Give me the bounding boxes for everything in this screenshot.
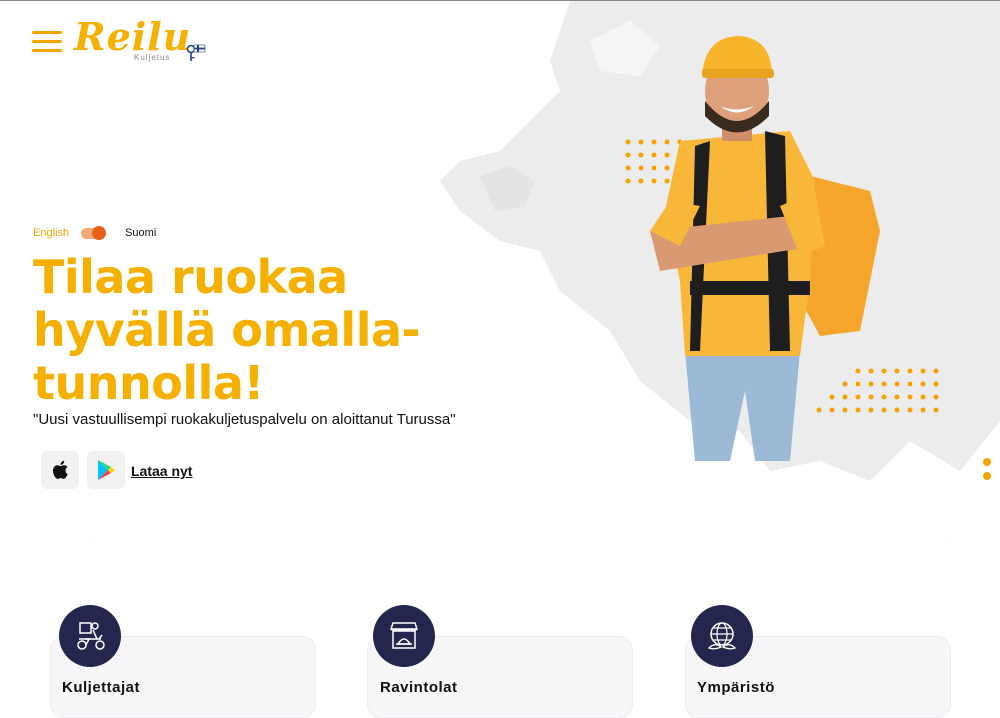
language-finnish-label[interactable]: Suomi xyxy=(125,227,156,239)
app-store-button[interactable] xyxy=(41,451,79,489)
key-flag-icon xyxy=(186,44,206,61)
language-switch: English Suomi xyxy=(33,225,156,240)
scooter-courier-icon xyxy=(59,605,121,667)
brand-logo[interactable]: Reilu Kuljetus xyxy=(74,14,192,63)
delivery-courier-image xyxy=(650,36,880,461)
section-divider-shadow xyxy=(95,521,945,543)
download-now-link[interactable]: Lataa nyt xyxy=(131,463,192,479)
logo-wordmark: Reilu xyxy=(74,14,192,59)
carousel-dot[interactable] xyxy=(983,458,991,466)
google-play-button[interactable] xyxy=(87,451,125,489)
google-play-icon xyxy=(98,460,115,480)
apple-icon xyxy=(52,460,68,479)
restaurant-icon xyxy=(373,605,435,667)
hero-headline: Tilaa ruokaa hyvällä omalla-tunnolla! xyxy=(33,250,421,410)
logo-subtitle: Kuljetus xyxy=(134,53,171,62)
hamburger-menu-button[interactable] xyxy=(32,31,62,53)
toggle-knob xyxy=(92,225,107,240)
card-title: Kuljettajat xyxy=(62,679,141,696)
carousel-dot[interactable] xyxy=(983,472,991,480)
language-toggle[interactable] xyxy=(81,225,107,240)
card-title: Ravintolat xyxy=(380,679,458,696)
card-title: Ympäristö xyxy=(697,679,775,696)
globe-leaf-icon xyxy=(691,605,753,667)
language-english-label[interactable]: English xyxy=(33,227,69,239)
hero-tagline: "Uusi vastuullisempi ruokakuljetuspalvel… xyxy=(33,411,456,428)
